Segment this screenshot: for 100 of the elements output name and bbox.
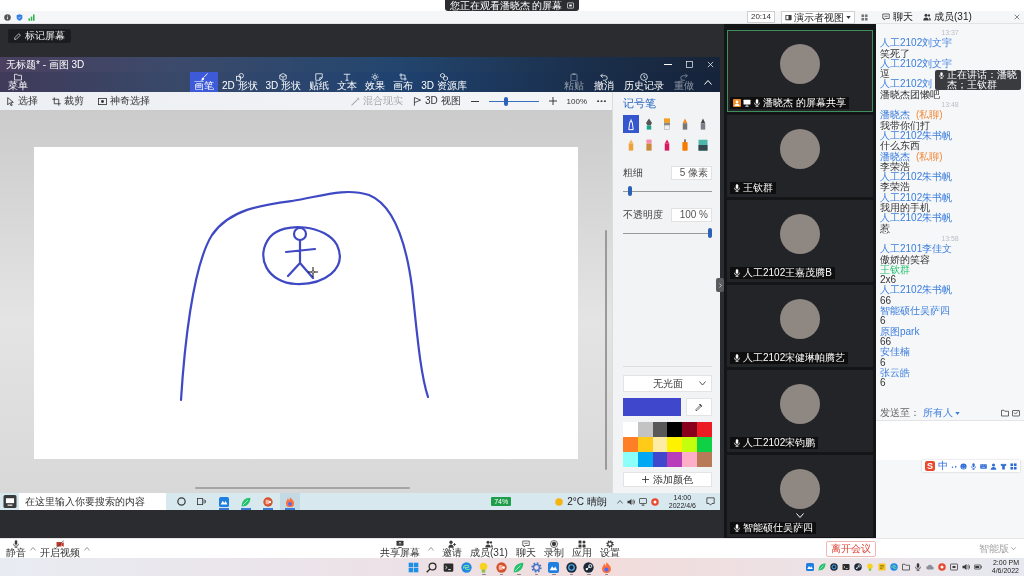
info-icon[interactable] xyxy=(4,13,11,21)
thickness-field[interactable]: 5 像素 xyxy=(670,166,712,180)
color-swatch[interactable] xyxy=(623,452,638,467)
punctuation-icon[interactable] xyxy=(951,463,957,469)
toolbar-button[interactable]: 成员(31) xyxy=(470,539,508,558)
tool-tab[interactable]: 文本 xyxy=(333,72,362,92)
select-tool-button[interactable]: 裁剪 xyxy=(52,95,84,107)
shield-icon[interactable] xyxy=(16,13,23,21)
swirl-icon[interactable] xyxy=(889,563,898,571)
panes-icon[interactable] xyxy=(197,497,206,506)
microphone-icon[interactable] xyxy=(913,563,922,571)
color-swatch[interactable] xyxy=(667,437,683,452)
tool-tab[interactable]: 贴纸 xyxy=(305,72,334,92)
members-tab[interactable]: 成员(31) xyxy=(923,11,972,23)
horizontal-scrollbar[interactable] xyxy=(195,487,410,489)
color-swatch[interactable] xyxy=(623,422,638,437)
toolbar-button[interactable]: 开启视频 xyxy=(40,539,80,558)
leave-meeting-button[interactable]: 离开会议 xyxy=(826,540,876,557)
tool-tab[interactable]: 3D 资源库 xyxy=(417,72,471,92)
input-mode-label[interactable]: 中 xyxy=(938,460,948,472)
more-dots-icon[interactable] xyxy=(597,99,606,103)
video-tile[interactable]: 人工2102王嘉茂腾B xyxy=(727,200,873,282)
select-tool-button[interactable]: 选择 xyxy=(6,95,38,107)
input-method-logo[interactable]: S xyxy=(925,461,935,471)
grid-icon[interactable] xyxy=(861,13,868,21)
message-input[interactable] xyxy=(876,420,1024,460)
add-color-button[interactable]: 添加颜色 xyxy=(623,472,712,487)
toolbar-button[interactable]: 聊天 xyxy=(515,539,536,558)
video-tile[interactable]: 智能硕仕吴萨四 xyxy=(727,455,873,537)
folder-icon[interactable] xyxy=(901,563,910,571)
notification-icon[interactable] xyxy=(706,497,715,506)
color-swatch[interactable] xyxy=(697,452,712,467)
ring-app-icon[interactable] xyxy=(829,563,838,571)
shirt-icon[interactable] xyxy=(1000,462,1007,470)
3d-view-button[interactable]: 3D 视图 xyxy=(412,95,461,107)
color-swatch[interactable] xyxy=(682,437,698,452)
microphone-icon[interactable] xyxy=(970,462,977,470)
video-tile[interactable]: 人工2102宋健琳帕腾艺 xyxy=(727,285,873,367)
action-button[interactable]: 历史记录 xyxy=(620,72,668,92)
tool-tab[interactable]: 画笔 xyxy=(190,72,218,92)
mountain-tile-icon[interactable] xyxy=(805,563,814,571)
tool-tab[interactable]: 3D 形状 xyxy=(261,72,306,92)
toolbar-button[interactable]: 应用 xyxy=(571,539,592,558)
minus-icon[interactable] xyxy=(470,100,479,102)
action-button[interactable]: 撤消 xyxy=(590,72,618,92)
chat-tab[interactable]: 聊天 xyxy=(882,11,913,23)
window-icon[interactable] xyxy=(949,563,958,571)
person-icon[interactable] xyxy=(990,462,997,470)
slider-thumb[interactable] xyxy=(503,96,508,106)
signal-bars-icon[interactable] xyxy=(28,13,35,21)
screenshot-icon[interactable] xyxy=(1012,409,1020,417)
tool-tab[interactable]: 2D 形状 xyxy=(218,72,262,92)
speaker-icon[interactable] xyxy=(961,563,970,571)
tool-tab[interactable]: 效果 xyxy=(361,72,390,92)
plus-icon[interactable] xyxy=(548,97,557,105)
opacity-slider[interactable] xyxy=(623,228,712,238)
monitor-icon[interactable] xyxy=(3,495,17,508)
taskbar-search-field[interactable]: 在这里输入你要搜索的内容 xyxy=(19,493,166,510)
linked-circles-icon[interactable] xyxy=(853,563,862,571)
speaker-icon[interactable] xyxy=(626,497,635,506)
round-app-icon[interactable] xyxy=(650,497,659,506)
current-color-swatch[interactable] xyxy=(623,398,681,416)
annotate-screen-button[interactable]: 标记屏幕 xyxy=(8,29,71,43)
thickness-slider[interactable] xyxy=(623,186,712,196)
ring-icon[interactable] xyxy=(177,497,186,506)
folder-icon[interactable] xyxy=(1001,409,1009,417)
slider-thumb[interactable] xyxy=(708,228,712,238)
finish-dropdown[interactable]: 无光面 xyxy=(623,375,712,392)
color-swatch[interactable] xyxy=(697,437,712,452)
terminal-icon[interactable] xyxy=(841,563,850,571)
keyboard-icon[interactable] xyxy=(980,462,987,470)
toolbar-button[interactable]: 共享屏幕 xyxy=(380,539,420,558)
smiley-icon[interactable] xyxy=(960,462,967,470)
menu-button[interactable]: 菜单 xyxy=(4,72,32,92)
color-swatch[interactable] xyxy=(682,452,698,467)
battery-icon[interactable] xyxy=(973,563,982,571)
network-icon[interactable] xyxy=(638,497,647,506)
eyedropper-button[interactable] xyxy=(686,398,712,416)
opacity-field[interactable]: 100 % xyxy=(670,208,712,222)
tool-tab[interactable]: 画布 xyxy=(389,72,418,92)
note-icon[interactable] xyxy=(877,563,886,571)
round-app-icon[interactable] xyxy=(937,563,946,571)
color-swatch[interactable] xyxy=(623,437,638,452)
toolbar-button[interactable]: 静音 xyxy=(6,539,26,558)
video-tile[interactable]: 王钦群 xyxy=(727,115,873,197)
collapse-handle[interactable] xyxy=(716,278,724,292)
vertical-scrollbar[interactable] xyxy=(605,230,607,470)
toolbar-button[interactable]: 设置 xyxy=(599,539,620,558)
toolbar-button[interactable]: 邀请 xyxy=(442,539,462,558)
video-tile[interactable]: 潘晓杰 的屏幕共享 xyxy=(727,30,873,112)
brush-button[interactable] xyxy=(623,115,639,133)
slider-thumb[interactable] xyxy=(628,186,633,196)
video-tile[interactable]: 人工2102宋钧鹏 xyxy=(727,370,873,452)
toolbar-button[interactable]: 录制 xyxy=(543,539,564,558)
grid-icon[interactable] xyxy=(1010,462,1017,470)
cloud-icon[interactable] xyxy=(925,563,934,571)
recipient-dropdown[interactable]: 所有人 xyxy=(923,406,960,420)
zoom-slider[interactable] xyxy=(488,96,539,106)
color-swatch[interactable] xyxy=(667,452,683,467)
maximize-icon[interactable] xyxy=(686,61,693,68)
